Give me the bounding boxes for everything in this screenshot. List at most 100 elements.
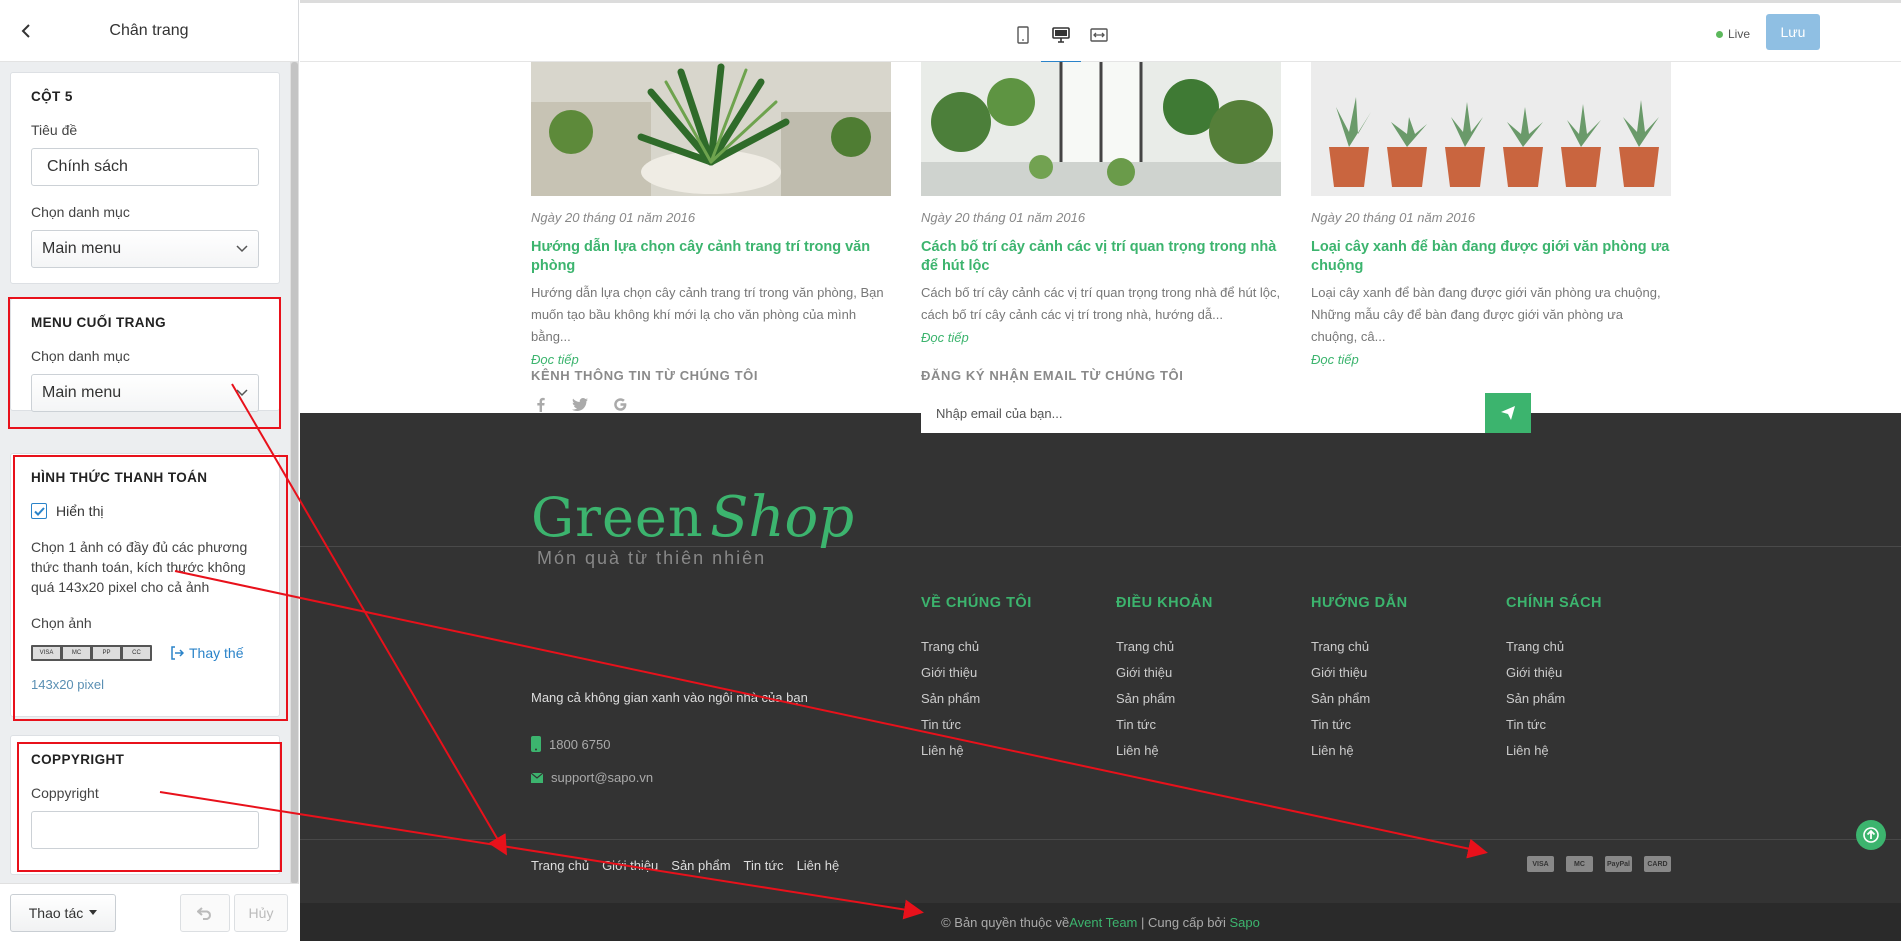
sidebar-header: Chân trang — [0, 0, 298, 62]
column5-heading-label: Tiêu đề — [31, 122, 78, 138]
footer-link[interactable]: Liên hệ — [921, 741, 980, 767]
post-date: Ngày 20 tháng 01 năm 2016 — [1311, 210, 1476, 225]
live-dot-icon — [1716, 30, 1723, 38]
footer-menu-category-select[interactable]: Main menu — [31, 374, 259, 412]
copyright-prefix: © Bản quyền thuộc về — [941, 914, 1070, 930]
payment-image-row: VISA MC PP CC Thay thế — [31, 645, 259, 661]
greenshop-logo[interactable]: Green Shop Món quà từ thiên nhiên — [531, 485, 854, 569]
newsletter-send-button[interactable] — [1485, 393, 1531, 433]
device-switcher — [1011, 23, 1111, 65]
read-more-link[interactable]: Đọc tiếp — [1311, 352, 1671, 367]
footer-link[interactable]: Liên hệ — [1311, 741, 1370, 767]
mobile-icon[interactable] — [1011, 23, 1035, 47]
footer-link[interactable]: Trang chủ — [921, 637, 980, 663]
checkbox-checked-icon[interactable] — [31, 503, 47, 519]
footer-menu-category-value: Main menu — [42, 384, 122, 401]
google-icon[interactable] — [611, 395, 629, 413]
desktop-icon[interactable] — [1041, 23, 1081, 65]
footer-link[interactable]: Sản phẩm — [1116, 689, 1175, 715]
scrollbar-thumb[interactable] — [291, 62, 298, 884]
post-date: Ngày 20 tháng 01 năm 2016 — [921, 210, 1086, 225]
bottom-menu-link[interactable]: Tin tức — [744, 858, 784, 873]
post-excerpt: Cách bố trí cây cảnh các vị trí quan trọ… — [921, 285, 1281, 322]
bottom-menu-link[interactable]: Liên hệ — [797, 858, 840, 873]
footer-phone: 1800 6750 — [531, 736, 610, 752]
sidebar-scrollbar[interactable] — [290, 62, 299, 884]
facebook-icon[interactable] — [531, 395, 549, 413]
scroll-to-top-button[interactable] — [1856, 820, 1886, 850]
footer-link[interactable]: Trang chủ — [1506, 637, 1565, 663]
card-icon: CARD — [1644, 856, 1671, 872]
copyright-input[interactable] — [31, 811, 259, 849]
payment-card: HÌNH THỨC THANH TOÁN Hiển thị Chọn 1 ảnh… — [10, 453, 280, 717]
footer-link[interactable]: Sản phẩm — [921, 689, 980, 715]
post-image[interactable] — [1311, 62, 1671, 196]
payment-show-label: Hiển thị — [56, 503, 104, 519]
back-icon[interactable] — [14, 19, 38, 43]
footer-link[interactable]: Giới thiệu — [921, 663, 980, 689]
footer-bottom-menu: Trang chủ Giới thiệu Sản phẩm Tin tức Li… — [531, 858, 839, 873]
footer-link[interactable]: Tin tức — [1506, 715, 1565, 741]
footer-link[interactable]: Giới thiệu — [1506, 663, 1565, 689]
footer-link[interactable]: Tin tức — [1311, 715, 1370, 741]
footer-link[interactable]: Giới thiệu — [1311, 663, 1370, 689]
footer-link[interactable]: Sản phẩm — [1311, 689, 1370, 715]
undo-button[interactable] — [180, 893, 230, 932]
newsletter-email-input[interactable]: Nhập email của bạn... — [921, 393, 1485, 433]
copyright-title: COPPYRIGHT — [31, 752, 125, 767]
phone-number: 1800 6750 — [549, 736, 611, 752]
customize-sidebar: Chân trang CỘT 5 Tiêu đề Chính sách Chọn… — [0, 0, 299, 941]
paypal-icon: PayPal — [1605, 856, 1632, 872]
sidebar-footer: Thao tác Hủy — [0, 883, 299, 941]
footer-col-links: Trang chủ Giới thiệu Sản phẩm Tin tức Li… — [1506, 637, 1565, 767]
footer-link[interactable]: Sản phẩm — [1506, 689, 1565, 715]
cancel-button[interactable]: Hủy — [234, 893, 288, 932]
upload-icon — [170, 646, 184, 660]
read-more-link[interactable]: Đọc tiếp — [921, 330, 1281, 345]
footer-link[interactable]: Tin tức — [1116, 715, 1175, 741]
footer-link[interactable]: Tin tức — [921, 715, 980, 741]
live-label: Live — [1728, 27, 1751, 41]
social-icons — [531, 395, 629, 413]
bottom-menu-link[interactable]: Trang chủ — [531, 858, 589, 873]
read-more-link[interactable]: Đọc tiếp — [531, 352, 891, 367]
post-image[interactable] — [531, 62, 891, 196]
payment-size-note: 143x20 pixel — [31, 677, 104, 692]
footer-link[interactable]: Trang chủ — [1311, 637, 1370, 663]
chevron-down-icon — [236, 240, 248, 258]
post-title-link[interactable]: Loại cây xanh để bàn đang được giới văn … — [1311, 238, 1671, 276]
blog-post: Ngày 20 tháng 01 năm 2016 Loại cây xanh … — [1311, 62, 1671, 367]
post-title-link[interactable]: Hướng dẫn lựa chọn cây cảnh trang trí tr… — [531, 238, 891, 276]
save-button[interactable]: Lưu — [1766, 14, 1820, 50]
copyright-team-link[interactable]: Avent Team — [1069, 915, 1137, 930]
post-date: Ngày 20 tháng 01 năm 2016 — [531, 210, 696, 225]
newsletter-form: Nhập email của bạn... — [921, 393, 1531, 433]
column5-category-select[interactable]: Main menu — [31, 230, 259, 268]
footer-menu-card: MENU CUỐI TRANG Chọn danh mục Main menu — [10, 298, 280, 412]
payment-help-text: Chọn 1 ảnh có đầy đủ các phương thức tha… — [31, 539, 248, 595]
payment-icons: VISA MC PayPal CARD — [1527, 856, 1671, 872]
footer-col-title: ĐIỀU KHOẢN — [1116, 595, 1213, 611]
post-title-link[interactable]: Cách bố trí cây cảnh các vị trí quan trọ… — [921, 238, 1281, 276]
fullwidth-icon[interactable] — [1087, 23, 1111, 47]
footer-link[interactable]: Giới thiệu — [1116, 663, 1175, 689]
copyright-provider-link[interactable]: Sapo — [1230, 915, 1260, 930]
replace-image-button[interactable]: Thay thế — [170, 645, 243, 661]
mastercard-icon: MC — [1566, 856, 1593, 872]
copyright-label: Coppyright — [31, 785, 99, 801]
bottom-menu-link[interactable]: Sản phẩm — [671, 858, 730, 873]
footer-link[interactable]: Trang chủ — [1116, 637, 1175, 663]
sidebar-scroll-area: CỘT 5 Tiêu đề Chính sách Chọn danh mục M… — [0, 62, 290, 882]
footer-col-links: Trang chủ Giới thiệu Sản phẩm Tin tức Li… — [921, 637, 980, 767]
bottom-menu-link[interactable]: Giới thiệu — [602, 858, 658, 873]
logo-shop-text: Shop — [710, 485, 855, 550]
undo-icon — [197, 906, 213, 920]
footer-link[interactable]: Liên hệ — [1116, 741, 1175, 767]
footer-link[interactable]: Liên hệ — [1506, 741, 1565, 767]
post-image[interactable] — [921, 62, 1281, 196]
actions-dropdown-button[interactable]: Thao tác — [10, 893, 116, 932]
twitter-icon[interactable] — [571, 395, 589, 413]
payment-show-checkbox[interactable]: Hiển thị — [31, 503, 259, 519]
footer-menu-title: MENU CUỐI TRANG — [31, 315, 166, 330]
column5-heading-input[interactable]: Chính sách — [31, 148, 259, 186]
